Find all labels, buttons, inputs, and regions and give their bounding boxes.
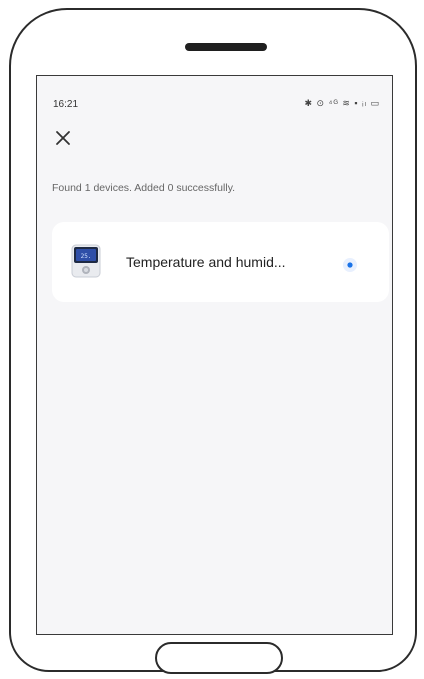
status-time: 16:21: [53, 99, 79, 110]
status-icons: ✱ ⊙ ⁴ᴳ ≋ ▪ ᵢₗ ▭: [304, 98, 380, 108]
app-screen: 16:21 ✱ ⊙ ⁴ᴳ ≋ ▪ ᵢₗ ▭ Found 1 devices. A…: [36, 75, 393, 635]
scan-summary: Found 1 devices. Added 0 successfully.: [52, 182, 236, 194]
phone-frame: 16:21 ✱ ⊙ ⁴ᴳ ≋ ▪ ᵢₗ ▭ Found 1 devices. A…: [9, 8, 417, 674]
device-list-item[interactable]: 25. Temperature and humid...: [52, 222, 389, 302]
home-button[interactable]: [155, 642, 283, 674]
svg-text:25.: 25.: [81, 253, 92, 260]
thermometer-hygrometer-device-icon: 25.: [71, 244, 101, 278]
status-bar: 16:21 ✱ ⊙ ⁴ᴳ ≋ ▪ ᵢₗ ▭: [37, 76, 392, 110]
phone-speaker: [185, 43, 267, 51]
adding-status-icon: [343, 258, 357, 272]
close-icon: [56, 131, 70, 145]
device-name: Temperature and humid...: [126, 254, 286, 270]
close-button[interactable]: [51, 126, 75, 150]
